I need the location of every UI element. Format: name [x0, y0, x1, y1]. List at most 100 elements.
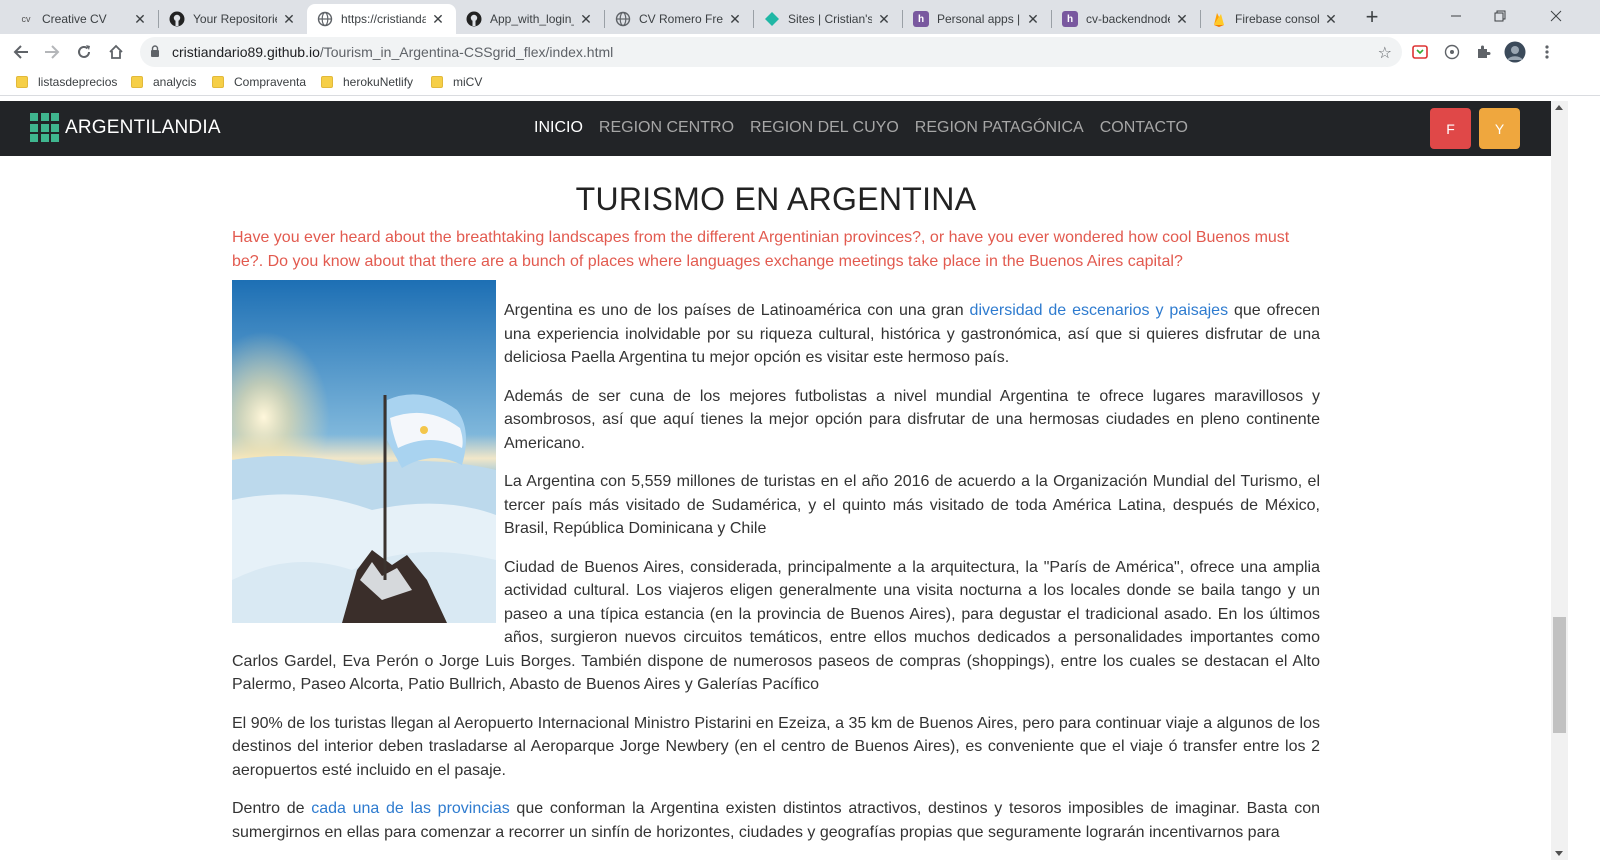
url-host: cristiandario89.github.io [172, 44, 320, 60]
tab-title: Firebase console [1235, 12, 1319, 26]
new-tab-button[interactable]: + [1358, 4, 1386, 32]
scenarios-link[interactable]: diversidad de escenarios y paisajes [970, 302, 1229, 319]
bookmarks-bar: listasdeprecios analycis Compraventa her… [0, 70, 1600, 96]
address-bar[interactable]: cristiandario89.github.io/Tourism_in_Arg… [140, 37, 1402, 67]
url-text: cristiandario89.github.io/Tourism_in_Arg… [172, 44, 613, 60]
browser-tab-active[interactable]: https://cristianda ✕ [307, 4, 456, 34]
heroku-icon: h [913, 11, 929, 27]
home-icon[interactable] [102, 38, 130, 66]
scroll-down-arrow-icon[interactable] [1555, 851, 1563, 856]
bookmark-label: miCV [453, 75, 483, 89]
facebook-button[interactable]: F [1430, 108, 1471, 149]
window-gutter [1568, 101, 1600, 860]
bookmark-label: herokuNetlify [343, 75, 414, 89]
globe-icon [317, 11, 333, 27]
bookmark-folder[interactable]: Compraventa [212, 75, 306, 89]
folder-icon [212, 76, 224, 88]
lock-icon [150, 44, 164, 60]
close-tab-icon[interactable]: ✕ [1323, 11, 1339, 27]
brand-name: ARGENTILANDIA [65, 116, 221, 138]
tab-title: CV Romero Free [639, 12, 723, 26]
nav-link-region-cuyo[interactable]: REGION DEL CUYO [750, 119, 899, 137]
restore-icon[interactable] [1478, 0, 1522, 32]
browser-tab[interactable]: cv Creative CV ✕ [8, 4, 158, 34]
tab-title: Personal apps | H [937, 12, 1021, 26]
browser-tab[interactable]: h Personal apps | H ✕ [903, 4, 1051, 34]
folder-icon [16, 76, 28, 88]
site-navbar: ARGENTILANDIA INICIO REGION CENTRO REGIO… [0, 101, 1551, 156]
bookmark-folder[interactable]: herokuNetlify [321, 75, 413, 89]
close-tab-icon[interactable]: ✕ [1174, 11, 1190, 27]
page-title: TURISMO EN ARGENTINA [575, 181, 977, 217]
nav-link-inicio[interactable]: INICIO [534, 119, 583, 137]
page-scrollbar[interactable] [1551, 101, 1568, 860]
browser-toolbar: cristiandario89.github.io/Tourism_in_Arg… [0, 34, 1600, 70]
forward-arrow-icon[interactable] [38, 38, 66, 66]
extension-icon[interactable] [1443, 43, 1461, 61]
close-tab-icon[interactable]: ✕ [281, 11, 297, 27]
back-arrow-icon[interactable] [7, 38, 35, 66]
cv-icon: cv [21, 14, 31, 24]
browser-tab[interactable]: Sites | Cristian's ✕ [754, 4, 902, 34]
tab-title: https://cristianda [341, 12, 426, 26]
browser-tab[interactable]: Firebase console ✕ [1201, 4, 1349, 34]
paragraph: El 90% de los turistas llegan al Aeropue… [232, 714, 1320, 779]
nav-link-contacto[interactable]: CONTACTO [1100, 119, 1188, 137]
folder-icon [131, 76, 143, 88]
nav-link-region-centro[interactable]: REGION CENTRO [599, 119, 734, 137]
close-tab-icon[interactable]: ✕ [876, 11, 892, 27]
paragraph-text: Dentro de [232, 800, 312, 817]
menu-dots-icon[interactable] [1538, 43, 1556, 61]
browser-tab[interactable]: Your Repositorie ✕ [159, 4, 307, 34]
url-path: /Tourism_in_Argentina-CSSgrid_flex/index… [319, 44, 614, 60]
netlify-icon [764, 11, 780, 27]
tab-title: cv-backendnode [1086, 12, 1170, 26]
paragraph: Dentro de cada una de las provincias que… [232, 797, 1320, 844]
close-tab-icon[interactable]: ✕ [430, 11, 446, 27]
grid-logo-icon [30, 113, 59, 142]
paragraph-text: Argentina es uno de los países de Latino… [504, 302, 970, 319]
puzzle-extensions-icon[interactable] [1474, 43, 1492, 61]
close-tab-icon[interactable]: ✕ [727, 11, 743, 27]
close-tab-icon[interactable]: ✕ [1025, 11, 1041, 27]
github-icon [169, 11, 185, 27]
github-icon [466, 11, 482, 27]
firebase-icon [1211, 11, 1227, 27]
bookmark-label: Compraventa [234, 75, 307, 89]
bookmark-label: listasdeprecios [38, 75, 118, 89]
site-menu: INICIO REGION CENTRO REGION DEL CUYO REG… [534, 119, 1204, 137]
browser-tab[interactable]: CV Romero Free ✕ [605, 4, 753, 34]
tab-title: Creative CV [42, 12, 107, 26]
tab-title: Sites | Cristian's [788, 12, 872, 26]
close-tab-icon[interactable]: ✕ [132, 11, 148, 27]
bookmark-folder[interactable]: listasdeprecios [16, 75, 117, 89]
bookmark-folder[interactable]: miCV [431, 75, 482, 89]
bookmark-folder[interactable]: analycis [131, 75, 196, 89]
browser-tab[interactable]: App_with_login_ ✕ [456, 4, 604, 34]
globe-icon [615, 11, 631, 27]
nav-link-region-patagonica[interactable]: REGION PATAGÓNICA [915, 119, 1084, 137]
tab-title: App_with_login_ [490, 12, 574, 26]
main-content: TURISMO EN ARGENTINA Have you ever heard… [232, 156, 1320, 844]
tab-title: Your Repositorie [193, 12, 277, 26]
close-window-icon[interactable] [1534, 0, 1578, 32]
scrollbar-thumb[interactable] [1553, 617, 1566, 733]
reload-icon[interactable] [70, 38, 98, 66]
bookmark-star-icon[interactable]: ☆ [1378, 43, 1392, 63]
youtube-button[interactable]: Y [1479, 108, 1520, 149]
folder-icon [431, 76, 443, 88]
profile-avatar-icon[interactable] [1504, 41, 1526, 63]
heroku-icon: h [1062, 11, 1078, 27]
folder-icon [321, 76, 333, 88]
intro-text: Have you ever heard about the breathtaki… [232, 229, 1290, 270]
site-brand[interactable]: ARGENTILANDIA [30, 113, 221, 142]
pocket-extension-icon[interactable] [1411, 43, 1429, 61]
minimize-icon[interactable] [1434, 0, 1478, 32]
argentina-flag-mountain-image [232, 280, 496, 623]
close-tab-icon[interactable]: ✕ [578, 11, 594, 27]
scroll-up-arrow-icon[interactable] [1555, 105, 1563, 110]
page-viewport: ARGENTILANDIA INICIO REGION CENTRO REGIO… [0, 101, 1568, 860]
browser-tab-strip: cv Creative CV ✕ Your Repositorie ✕ http… [0, 0, 1600, 34]
browser-tab[interactable]: h cv-backendnode ✕ [1052, 4, 1200, 34]
provinces-link[interactable]: cada una de las provincias [311, 800, 509, 817]
